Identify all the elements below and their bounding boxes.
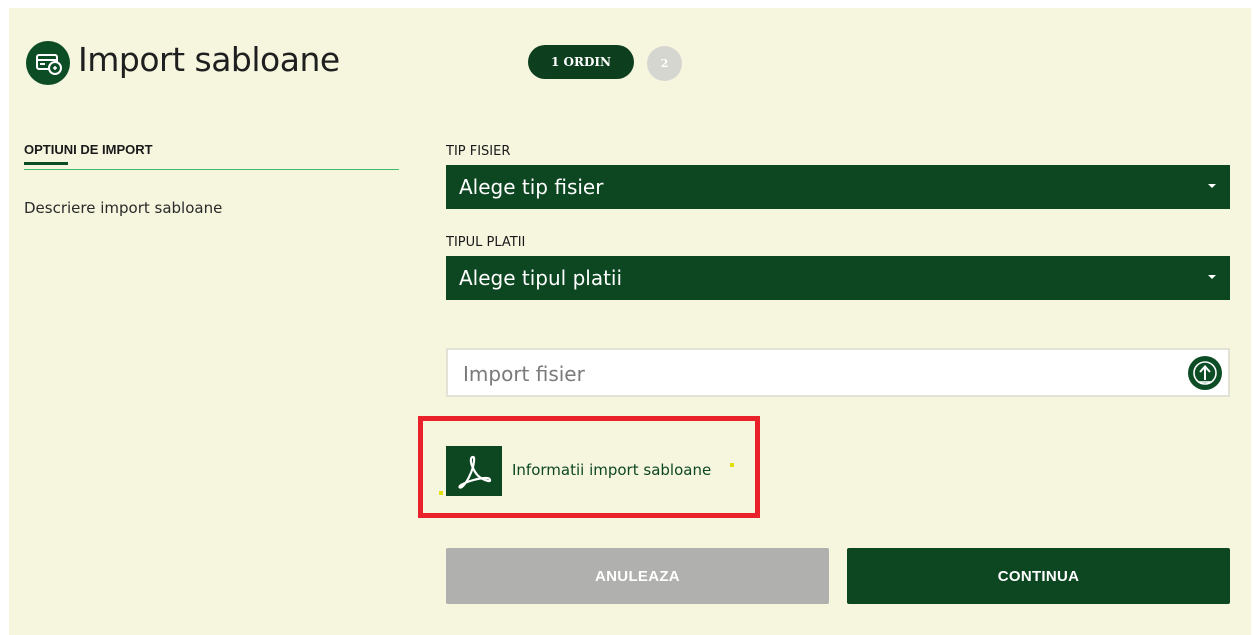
caret-down-icon [1208,184,1216,188]
payment-type-value: Alege tipul platii [459,266,623,290]
marker-dot [439,491,443,495]
marker-dot [730,463,734,467]
file-type-select[interactable]: Alege tip fisier [446,165,1230,209]
main-panel [9,8,1251,635]
sidebar-divider [24,169,399,170]
payment-type-select[interactable]: Alege tipul platii [446,256,1230,300]
import-file-field[interactable] [446,348,1230,397]
file-type-value: Alege tip fisier [459,175,604,199]
cancel-button[interactable]: ANULEAZA [446,548,829,604]
payment-card-icon [26,41,70,85]
continue-button[interactable]: CONTINUA [847,548,1230,604]
info-import-link[interactable]: Informatii import sabloane [512,461,711,479]
page-title: Import sabloane [78,40,340,79]
payment-type-label: TIPUL PLATII [446,235,526,250]
upload-icon[interactable] [1188,356,1222,390]
step-2-indicator: 2 [647,46,682,81]
caret-down-icon [1208,275,1216,279]
active-tab-indicator [24,162,68,165]
step-1-indicator: 1 ORDIN [528,45,634,79]
file-type-label: TIP FISIER [446,144,511,159]
tab-import-options[interactable]: OPTIUNI DE IMPORT [24,142,153,157]
sidebar-description: Descriere import sabloane [24,199,223,217]
pdf-icon[interactable] [446,446,502,496]
import-file-input[interactable] [461,359,1165,389]
